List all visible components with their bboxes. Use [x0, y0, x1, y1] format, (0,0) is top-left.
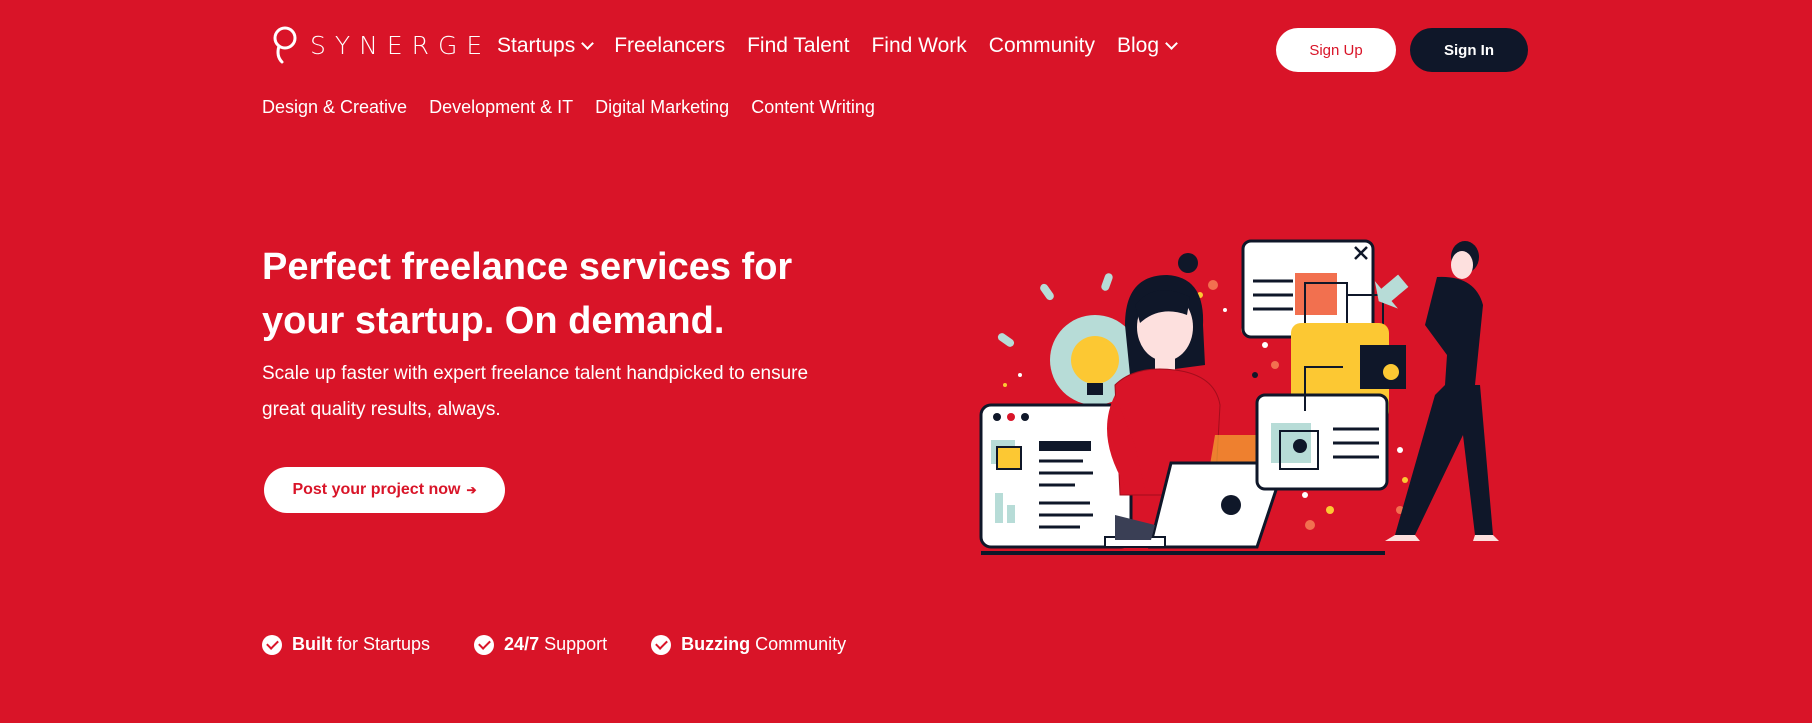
feature-text: 24/7 Support [504, 634, 607, 655]
category-content-writing[interactable]: Content Writing [751, 97, 875, 118]
nav-find-work[interactable]: Find Work [871, 34, 966, 58]
main-nav: Startups Freelancers Find Talent Find Wo… [497, 34, 1178, 58]
logo-mark-icon [273, 26, 297, 64]
brand-name: SYNERGE [310, 30, 492, 60]
category-development-it[interactable]: Development & IT [429, 97, 573, 118]
nav-find-talent[interactable]: Find Talent [747, 34, 849, 58]
feature-rest: Support [539, 634, 608, 654]
feature-item: 24/7 Support [474, 634, 607, 655]
feature-bold: 24/7 [504, 634, 540, 654]
feature-item: Built for Startups [262, 634, 430, 655]
nav-blog-label: Blog [1116, 34, 1160, 57]
feature-item: Buzzing Community [651, 634, 846, 655]
brand-logo[interactable]: SYNERGE [270, 24, 491, 66]
feature-rest: for Startups [332, 634, 431, 654]
sign-in-button[interactable]: Sign In [1410, 28, 1528, 72]
image-window-illustration [1241, 239, 1384, 339]
nav-community[interactable]: Community [989, 34, 1095, 58]
feature-text: Buzzing Community [681, 634, 846, 655]
feature-bold: Built [292, 634, 332, 654]
hero-illustration [979, 239, 1499, 555]
nav-freelancers[interactable]: Freelancers [614, 34, 725, 58]
hero-subtitle: Scale up faster with expert freelance ta… [262, 363, 809, 420]
nav-blog[interactable]: Blog [1116, 34, 1178, 58]
arrow-right-icon: ➔ [466, 483, 477, 497]
check-circle-icon [651, 634, 672, 655]
nav-startups-label: Startups [497, 34, 576, 57]
post-project-label: Post your project now [292, 481, 461, 498]
check-circle-icon [262, 634, 282, 655]
hero-title-line1: Perfect freelance services for [262, 246, 793, 288]
feature-text: Built for Startups [292, 634, 430, 655]
category-design-creative[interactable]: Design & Creative [262, 97, 407, 118]
chevron-down-icon [1165, 37, 1178, 50]
post-project-button[interactable]: Post your project now ➔ [264, 467, 505, 513]
feature-rest: Community [750, 634, 847, 654]
sign-up-button[interactable]: Sign Up [1276, 28, 1396, 72]
check-circle-icon [474, 634, 495, 655]
feature-list: Built for Startups 24/7 Support Buzzing … [262, 634, 846, 655]
chevron-down-icon [581, 37, 595, 50]
feature-bold: Buzzing [681, 634, 751, 654]
category-digital-marketing[interactable]: Digital Marketing [595, 97, 729, 118]
hero-title-line2: your startup. On demand. [262, 300, 725, 342]
nav-startups[interactable]: Startups [497, 34, 595, 58]
category-nav: Design & Creative Development & IT Digit… [262, 97, 875, 118]
hero-title: Perfect freelance services for your star… [262, 240, 902, 348]
